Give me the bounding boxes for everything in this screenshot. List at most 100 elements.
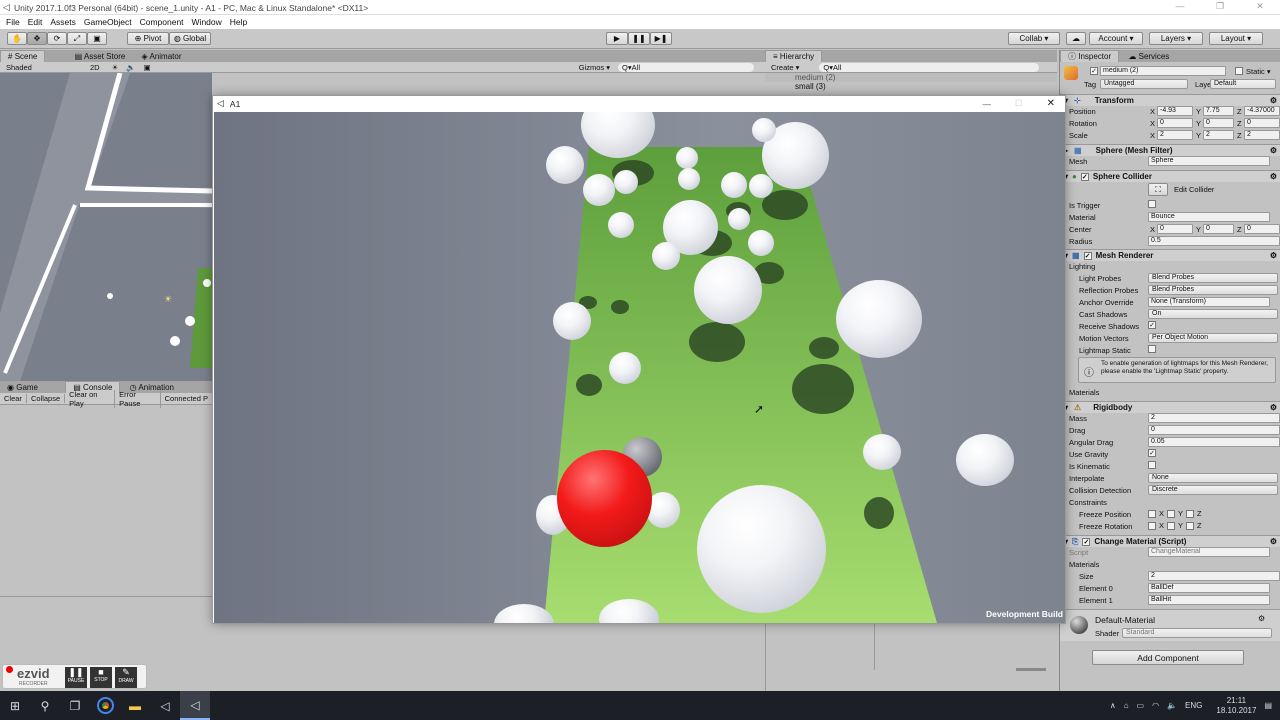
object-name-field[interactable]: medium (2)	[1100, 66, 1226, 76]
wifi-icon[interactable]: ◠	[1152, 701, 1159, 710]
move-tool-icon[interactable]: ✥	[27, 32, 47, 45]
freeze-rot-y-checkbox[interactable]	[1167, 521, 1176, 530]
menu-component[interactable]: Component	[140, 17, 184, 27]
rect-tool-icon[interactable]: ▣	[87, 32, 107, 45]
component-settings-icon[interactable]: ⚙	[1270, 96, 1277, 105]
tab-game[interactable]: ◉ Game	[0, 382, 45, 394]
error-pause-button[interactable]: Error Pause	[115, 389, 161, 408]
effects-toggle-icon[interactable]: ▣	[144, 63, 151, 72]
menu-file[interactable]: File	[6, 17, 20, 27]
collider-enabled-checkbox[interactable]: ✓	[1080, 172, 1089, 181]
hierarchy-item-small[interactable]: small (3)	[765, 82, 1057, 91]
maximize-icon[interactable]: ❐	[1200, 1, 1240, 12]
center-y-field[interactable]: 0	[1203, 224, 1234, 234]
renderer-enabled-checkbox[interactable]: ✓	[1083, 251, 1092, 260]
close-icon[interactable]: ✕	[1047, 98, 1055, 109]
rotation-x-field[interactable]: 0	[1157, 118, 1193, 128]
mesh-renderer-header[interactable]: ▾ ▦ ✓ Mesh Renderer ⚙	[1060, 249, 1280, 261]
tab-hierarchy[interactable]: ≡ Hierarchy	[765, 50, 823, 62]
freeze-rot-x-checkbox[interactable]	[1148, 521, 1156, 530]
anchor-override-field[interactable]: None (Transform)	[1148, 297, 1270, 307]
element-0-field[interactable]: BallDef	[1148, 583, 1270, 593]
pivot-button[interactable]: ⊕ Pivot	[127, 32, 169, 45]
layer-dropdown[interactable]: Default	[1210, 79, 1276, 89]
lightmap-static-checkbox[interactable]	[1148, 345, 1156, 353]
component-settings-icon[interactable]: ⚙	[1270, 403, 1277, 412]
position-x-field[interactable]: -4.93	[1157, 106, 1193, 116]
start-windows-icon[interactable]: ⊞	[0, 691, 30, 720]
size-field[interactable]: 2	[1148, 571, 1280, 581]
angular-drag-field[interactable]: 0.05	[1148, 437, 1280, 447]
lighting-toggle-icon[interactable]: ☀	[112, 63, 119, 72]
recorder-pause-button[interactable]: ❚❚ PAUSE	[65, 667, 87, 688]
interpolate-dropdown[interactable]: None	[1148, 473, 1278, 483]
search-icon[interactable]: ⚲	[30, 691, 60, 720]
network-icon[interactable]: ⌂	[1124, 701, 1129, 710]
minimize-icon[interactable]: —	[1160, 1, 1200, 11]
receive-shadows-checkbox[interactable]: ✓	[1148, 321, 1156, 329]
position-y-field[interactable]: 7.75	[1203, 106, 1234, 116]
collab-button[interactable]: Collab ▾	[1008, 32, 1060, 45]
shader-dropdown[interactable]: Standard	[1122, 628, 1272, 638]
component-settings-icon[interactable]: ⚙	[1258, 614, 1265, 623]
tag-dropdown[interactable]: Untagged	[1100, 79, 1188, 89]
game-viewport[interactable]: ➚ Development Build	[214, 112, 1065, 623]
freeze-pos-z-checkbox[interactable]	[1186, 509, 1195, 518]
transform-header[interactable]: ▾ ⊹ Transform ⚙	[1060, 94, 1280, 106]
connected-player-dropdown[interactable]: Connected P	[161, 394, 212, 403]
component-settings-icon[interactable]: ⚙	[1270, 172, 1277, 181]
tab-services[interactable]: ☁ Services	[1121, 51, 1176, 63]
tray-chevron-icon[interactable]: ∧	[1110, 701, 1116, 710]
menu-window[interactable]: Window	[192, 17, 222, 27]
account-button[interactable]: Account ▾	[1089, 32, 1143, 45]
scene-view[interactable]: ☀	[0, 73, 212, 381]
battery-icon[interactable]: ▭	[1137, 701, 1145, 710]
center-x-field[interactable]: 0	[1157, 224, 1193, 234]
rigidbody-header[interactable]: ▾ ⚠ Rigidbody ⚙	[1060, 401, 1280, 413]
notifications-icon[interactable]: ▤	[1264, 701, 1272, 710]
sphere-collider-header[interactable]: ▾ ● ✓ Sphere Collider ⚙	[1060, 170, 1280, 182]
minimize-icon[interactable]: —	[982, 99, 991, 109]
tab-inspector[interactable]: ⓘ Inspector	[1060, 50, 1120, 62]
recorder-stop-button[interactable]: ■ STOP	[90, 667, 112, 688]
collider-material-field[interactable]: Bounce	[1148, 212, 1270, 222]
use-gravity-checkbox[interactable]: ✓	[1148, 449, 1156, 457]
recorder-draw-button[interactable]: ✎ DRAW	[115, 667, 137, 688]
scale-x-field[interactable]: 2	[1157, 130, 1193, 140]
change-material-header[interactable]: ▾ ⎘ ✓ Change Material (Script) ⚙	[1060, 535, 1280, 547]
collapse-button[interactable]: Collapse	[27, 394, 66, 403]
file-explorer-icon[interactable]: ▬	[120, 691, 150, 720]
zoom-slider[interactable]	[1016, 668, 1046, 671]
volume-icon[interactable]: 🔈	[1167, 701, 1177, 710]
static-checkbox[interactable]	[1235, 67, 1243, 75]
element-1-field[interactable]: BallHit	[1148, 595, 1270, 605]
scale-tool-icon[interactable]: ⤢	[67, 32, 87, 45]
script-enabled-checkbox[interactable]: ✓	[1082, 537, 1091, 546]
component-settings-icon[interactable]: ⚙	[1270, 146, 1277, 155]
audio-toggle-icon[interactable]: 🔈	[126, 63, 135, 72]
is-trigger-checkbox[interactable]	[1148, 200, 1156, 208]
reflection-probes-dropdown[interactable]: Blend Probes	[1148, 285, 1278, 295]
mass-field[interactable]: 2	[1148, 413, 1280, 423]
unity-game-taskbar-icon[interactable]: ◁	[180, 691, 210, 720]
language-indicator[interactable]: ENG	[1185, 701, 1202, 710]
add-component-button[interactable]: Add Component	[1092, 650, 1244, 665]
hierarchy-item-medium[interactable]: medium (2)	[765, 73, 1057, 82]
tab-scene[interactable]: # Scene	[0, 50, 46, 62]
layout-button[interactable]: Layout ▾	[1209, 32, 1263, 45]
task-view-icon[interactable]: ❐	[60, 691, 90, 720]
hand-tool-icon[interactable]: ✋	[7, 32, 27, 45]
scale-y-field[interactable]: 2	[1203, 130, 1234, 140]
clear-button[interactable]: Clear	[0, 394, 27, 403]
freeze-pos-y-checkbox[interactable]	[1167, 509, 1176, 518]
global-button[interactable]: ◍ Global	[169, 32, 211, 45]
drag-field[interactable]: 0	[1148, 425, 1280, 435]
motion-vectors-dropdown[interactable]: Per Object Motion	[1148, 333, 1278, 343]
menu-edit[interactable]: Edit	[28, 17, 43, 27]
mesh-field[interactable]: Sphere	[1148, 156, 1270, 166]
rotate-tool-icon[interactable]: ⟳	[47, 32, 67, 45]
collision-detection-dropdown[interactable]: Discrete	[1148, 485, 1278, 495]
component-settings-icon[interactable]: ⚙	[1270, 537, 1277, 546]
clock[interactable]: 21:11 18.10.2017	[1216, 696, 1256, 716]
cloud-icon[interactable]: ☁	[1066, 32, 1086, 45]
